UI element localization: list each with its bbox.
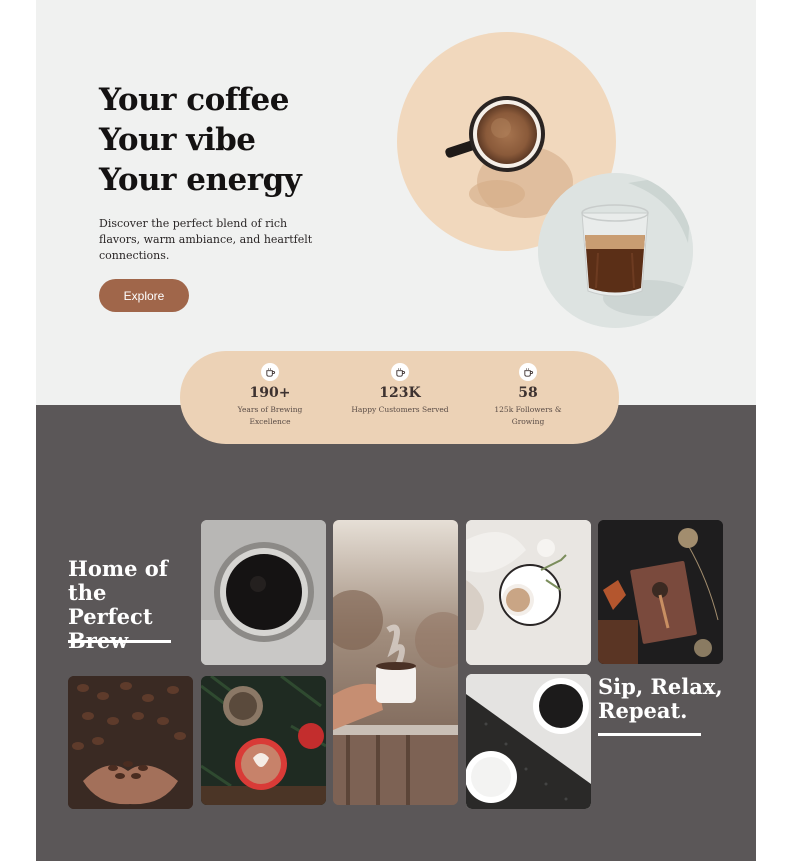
page: Your coffee Your vibe Your energy Discov… bbox=[36, 0, 756, 861]
hero-description: Discover the perfect blend of rich flavo… bbox=[99, 217, 313, 262]
gallery-tile-black-coffee[interactable] bbox=[201, 520, 326, 665]
gallery-tile-cup-in-hand[interactable] bbox=[333, 520, 458, 805]
stat-followers: 58 125k Followers & Growing bbox=[478, 363, 578, 428]
hero-title-line: Your coffee bbox=[99, 82, 289, 118]
stat-label: 125k Followers & Growing bbox=[494, 405, 562, 426]
coffee-cup-icon bbox=[261, 363, 279, 381]
heading-underline bbox=[598, 733, 701, 736]
coffee-cup-icon bbox=[519, 363, 537, 381]
hero-section: Your coffee Your vibe Your energy Discov… bbox=[36, 0, 756, 405]
hero-title: Your coffee Your vibe Your energy bbox=[99, 80, 302, 200]
explore-button[interactable]: Explore bbox=[99, 279, 189, 312]
gallery-tile-coffee-beans[interactable] bbox=[68, 676, 193, 809]
gallery-tile-cappuccino[interactable] bbox=[466, 520, 591, 665]
stat-label: Happy Customers Served bbox=[351, 405, 449, 414]
hero-title-line: Your energy bbox=[99, 162, 302, 198]
stat-value: 190+ bbox=[249, 385, 291, 401]
gallery-heading-right: Sip, Relax, Repeat. bbox=[598, 674, 723, 723]
stat-customers: 123K Happy Customers Served bbox=[350, 363, 450, 416]
gallery-tile-black-white-cups[interactable] bbox=[466, 674, 591, 809]
coffee-cup-icon bbox=[391, 363, 409, 381]
gallery-tile-notebook[interactable] bbox=[598, 520, 723, 664]
stat-value: 123K bbox=[379, 385, 421, 401]
hero-iced-coffee-image bbox=[538, 173, 693, 328]
heading-underline bbox=[68, 640, 171, 643]
stats-bar: 190+ Years of Brewing Excellence 123K Ha… bbox=[180, 351, 619, 444]
gallery-tile-latte-art[interactable] bbox=[201, 676, 326, 805]
stat-years: 190+ Years of Brewing Excellence bbox=[220, 363, 320, 428]
stat-value: 58 bbox=[518, 385, 538, 401]
hero-title-line: Your vibe bbox=[99, 122, 256, 158]
stat-label: Years of Brewing Excellence bbox=[237, 405, 303, 426]
gallery-heading-left: Home of the Perfect Brew bbox=[68, 556, 168, 653]
